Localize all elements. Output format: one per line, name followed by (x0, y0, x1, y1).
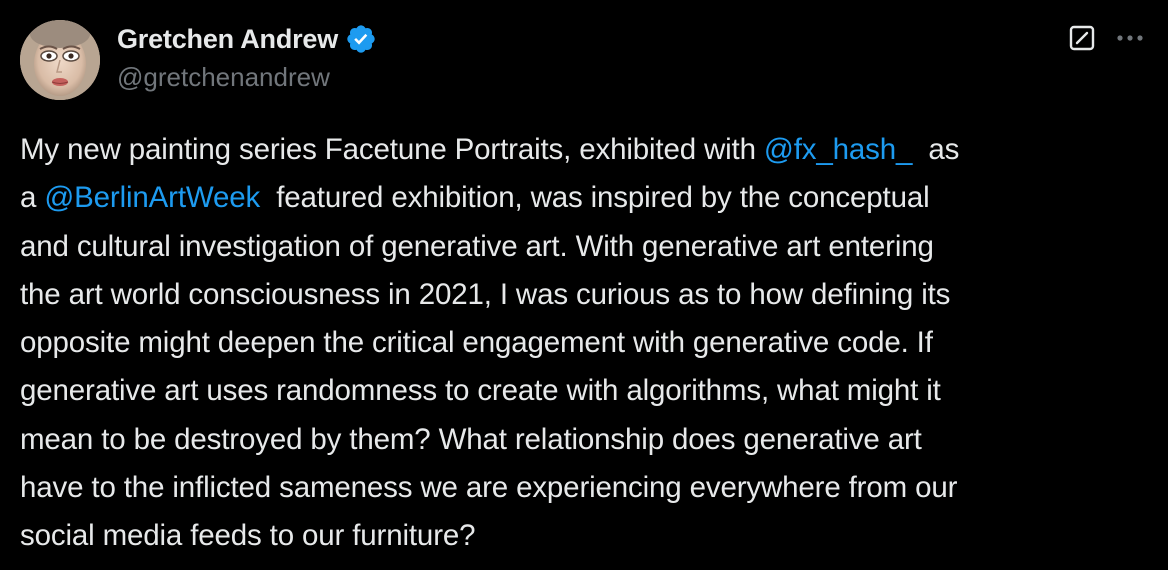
tweet-text-segment: social media feeds to our furniture? (20, 519, 476, 553)
tweet-text-line: My new painting series Facetune Portrait… (20, 126, 1154, 174)
tweet-text-segment: mean to be destroyed by them? What relat… (20, 422, 922, 456)
tweet-text-line: social media feeds to our furniture? (20, 512, 1154, 560)
author-display-name[interactable]: Gretchen Andrew (117, 24, 338, 55)
tweet-text-segment: as (912, 133, 960, 166)
verified-badge-icon[interactable] (345, 23, 377, 55)
tweet-text-segment: featured exhibition, was inspired by the… (260, 181, 930, 215)
tweet-text-segment: generative art uses randomness to create… (20, 374, 941, 408)
tweet-text-segment: a (20, 181, 45, 215)
more-horizontal-icon[interactable] (1112, 24, 1148, 52)
profile-photo-icon[interactable] (20, 20, 100, 100)
author-name-row: Gretchen Andrew (117, 20, 377, 58)
tweet-text-segment: have to the inflicted sameness we are ex… (20, 471, 958, 505)
tweet-text-line: a @BerlinArtWeek featured exhibition, wa… (20, 174, 1154, 222)
tweet-text-line: have to the inflicted sameness we are ex… (20, 464, 1154, 512)
tweet-text-segment: the art world consciousness in 2021, I w… (20, 277, 951, 311)
mention-link[interactable]: @BerlinArtWeek (44, 181, 260, 214)
tweet-text-line: mean to be destroyed by them? What relat… (20, 416, 1154, 464)
grok-icon[interactable] (1068, 24, 1096, 52)
tweet-text-segment: and cultural investigation of generative… (20, 229, 934, 263)
tweet-card: Gretchen Andrew @gretchenandrew My new p… (0, 0, 1168, 570)
tweet-text-line: opposite might deepen the critical engag… (20, 319, 1154, 367)
tweet-text-segment: opposite might deepen the critical engag… (20, 326, 933, 360)
tweet-text: My new painting series Facetune Portrait… (20, 126, 1154, 561)
tweet-text-line: and cultural investigation of generative… (20, 223, 1154, 271)
tweet-text-line: the art world consciousness in 2021, I w… (20, 271, 1154, 319)
tweet-text-line: generative art uses randomness to create… (20, 367, 1154, 415)
author-handle[interactable]: @gretchenandrew (117, 62, 330, 93)
mention-link[interactable]: @fx_hash_ (764, 133, 912, 166)
tweet-text-segment: My new painting series Facetune Portrait… (20, 133, 764, 166)
